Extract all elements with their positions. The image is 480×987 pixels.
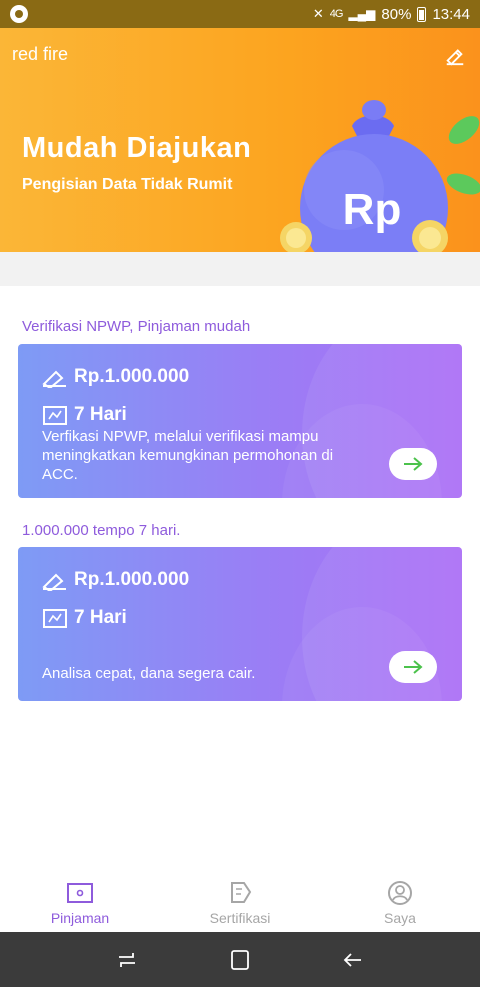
loan-term: 7 Hari bbox=[74, 607, 127, 628]
bag-label: Rp bbox=[343, 185, 402, 234]
loan-amount: Rp.1.000.000 bbox=[74, 569, 190, 590]
certificate-icon bbox=[231, 882, 252, 903]
wallet-icon bbox=[67, 883, 93, 903]
mute-icon: ✕ bbox=[312, 6, 324, 21]
network-type: 4G bbox=[329, 8, 344, 20]
term-row: 7 Hari bbox=[42, 607, 127, 629]
system-nav-bar bbox=[0, 932, 480, 987]
signal-icon: ▂▄▆ bbox=[348, 7, 376, 21]
apply-button[interactable] bbox=[389, 651, 437, 683]
banner-subtitle: Pengisian Data Tidak Rumit bbox=[22, 176, 233, 193]
calendar-icon bbox=[43, 609, 67, 628]
tab-sertifikasi[interactable]: Sertifikasi bbox=[160, 868, 320, 932]
money-bag-illustration: Rp bbox=[280, 100, 480, 252]
status-bar: ✕ 4G ▂▄▆ 80% 13:44 bbox=[0, 0, 480, 28]
amount-row: Rp.1.000.000 bbox=[42, 569, 189, 591]
back-icon[interactable] bbox=[341, 949, 365, 971]
status-indicators: ✕ 4G ▂▄▆ 80% 13:44 bbox=[313, 6, 470, 23]
banner-title: Mudah Diajukan bbox=[22, 132, 252, 164]
bottom-nav: Pinjaman Sertifikasi Saya bbox=[0, 868, 480, 932]
edit-icon[interactable] bbox=[444, 44, 466, 66]
notification-icon bbox=[10, 5, 28, 23]
battery-icon bbox=[417, 6, 427, 22]
term-row: 7 Hari bbox=[42, 404, 127, 426]
amount-row: Rp.1.000.000 bbox=[42, 366, 189, 388]
section-label-2: 1.000.000 tempo 7 hari. bbox=[22, 522, 181, 539]
loan-card-1[interactable]: Rp.1.000.000 7 Hari Verfikasi NPWP, mela… bbox=[18, 344, 462, 498]
home-icon[interactable] bbox=[228, 949, 252, 971]
promo-banner[interactable]: red fire Mudah Diajukan Pengisian Data T… bbox=[0, 28, 480, 252]
amount-icon bbox=[42, 370, 66, 388]
user-icon bbox=[388, 881, 412, 905]
section-label-1: Verifikasi NPWP, Pinjaman mudah bbox=[22, 318, 251, 335]
loan-description: Analisa cepat, dana segera cair. bbox=[42, 665, 256, 682]
loan-term: 7 Hari bbox=[74, 404, 127, 425]
tab-label: Pinjaman bbox=[50, 910, 110, 926]
loan-amount: Rp.1.000.000 bbox=[74, 366, 190, 387]
arrow-right-icon bbox=[404, 660, 423, 674]
recent-apps-icon[interactable] bbox=[115, 949, 139, 971]
battery-percent: 80% bbox=[381, 5, 412, 23]
apply-button[interactable] bbox=[389, 448, 437, 480]
loan-description: Verfikasi NPWP, melalui verifikasi mampu… bbox=[42, 428, 334, 483]
tab-pinjaman[interactable]: Pinjaman bbox=[0, 868, 160, 932]
tab-label: Saya bbox=[384, 910, 416, 926]
app-name: red fire bbox=[12, 44, 69, 64]
amount-icon bbox=[42, 573, 66, 591]
arrow-right-icon bbox=[404, 457, 423, 471]
loan-card-2[interactable]: Rp.1.000.000 7 Hari Analisa cepat, dana … bbox=[18, 547, 462, 701]
calendar-icon bbox=[43, 406, 67, 425]
tab-saya[interactable]: Saya bbox=[320, 868, 480, 932]
tab-label: Sertifikasi bbox=[209, 910, 271, 926]
clock: 13:44 bbox=[432, 5, 470, 23]
separator bbox=[0, 252, 480, 286]
